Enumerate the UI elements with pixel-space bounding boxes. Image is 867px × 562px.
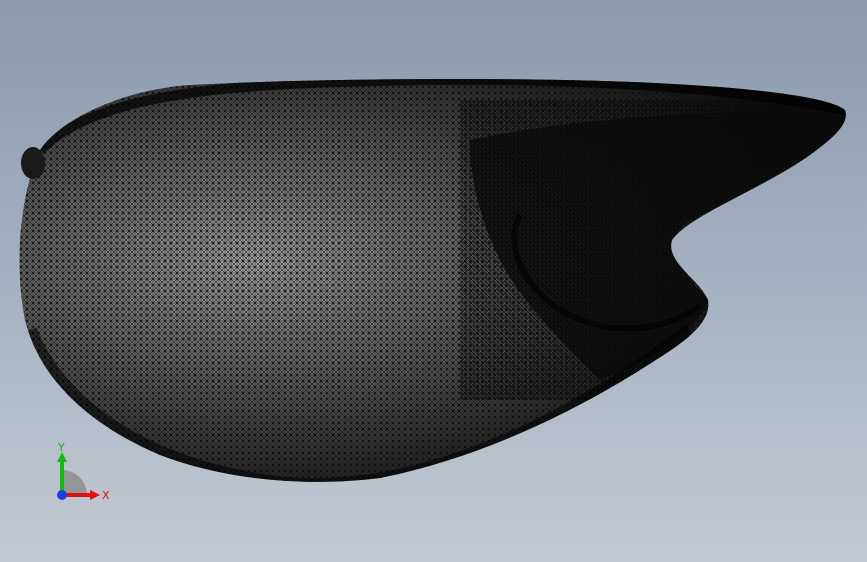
x-axis-label: X: [102, 489, 110, 502]
z-axis-dot: [57, 490, 67, 500]
y-axis-label: Y: [57, 441, 65, 454]
triad-quadrant: [62, 470, 87, 495]
meshed-shell-model[interactable]: [0, 0, 867, 562]
graphics-viewport[interactable]: Y X: [0, 0, 867, 562]
shell-body: [19, 78, 846, 482]
coordinate-triad: Y X: [57, 441, 110, 502]
